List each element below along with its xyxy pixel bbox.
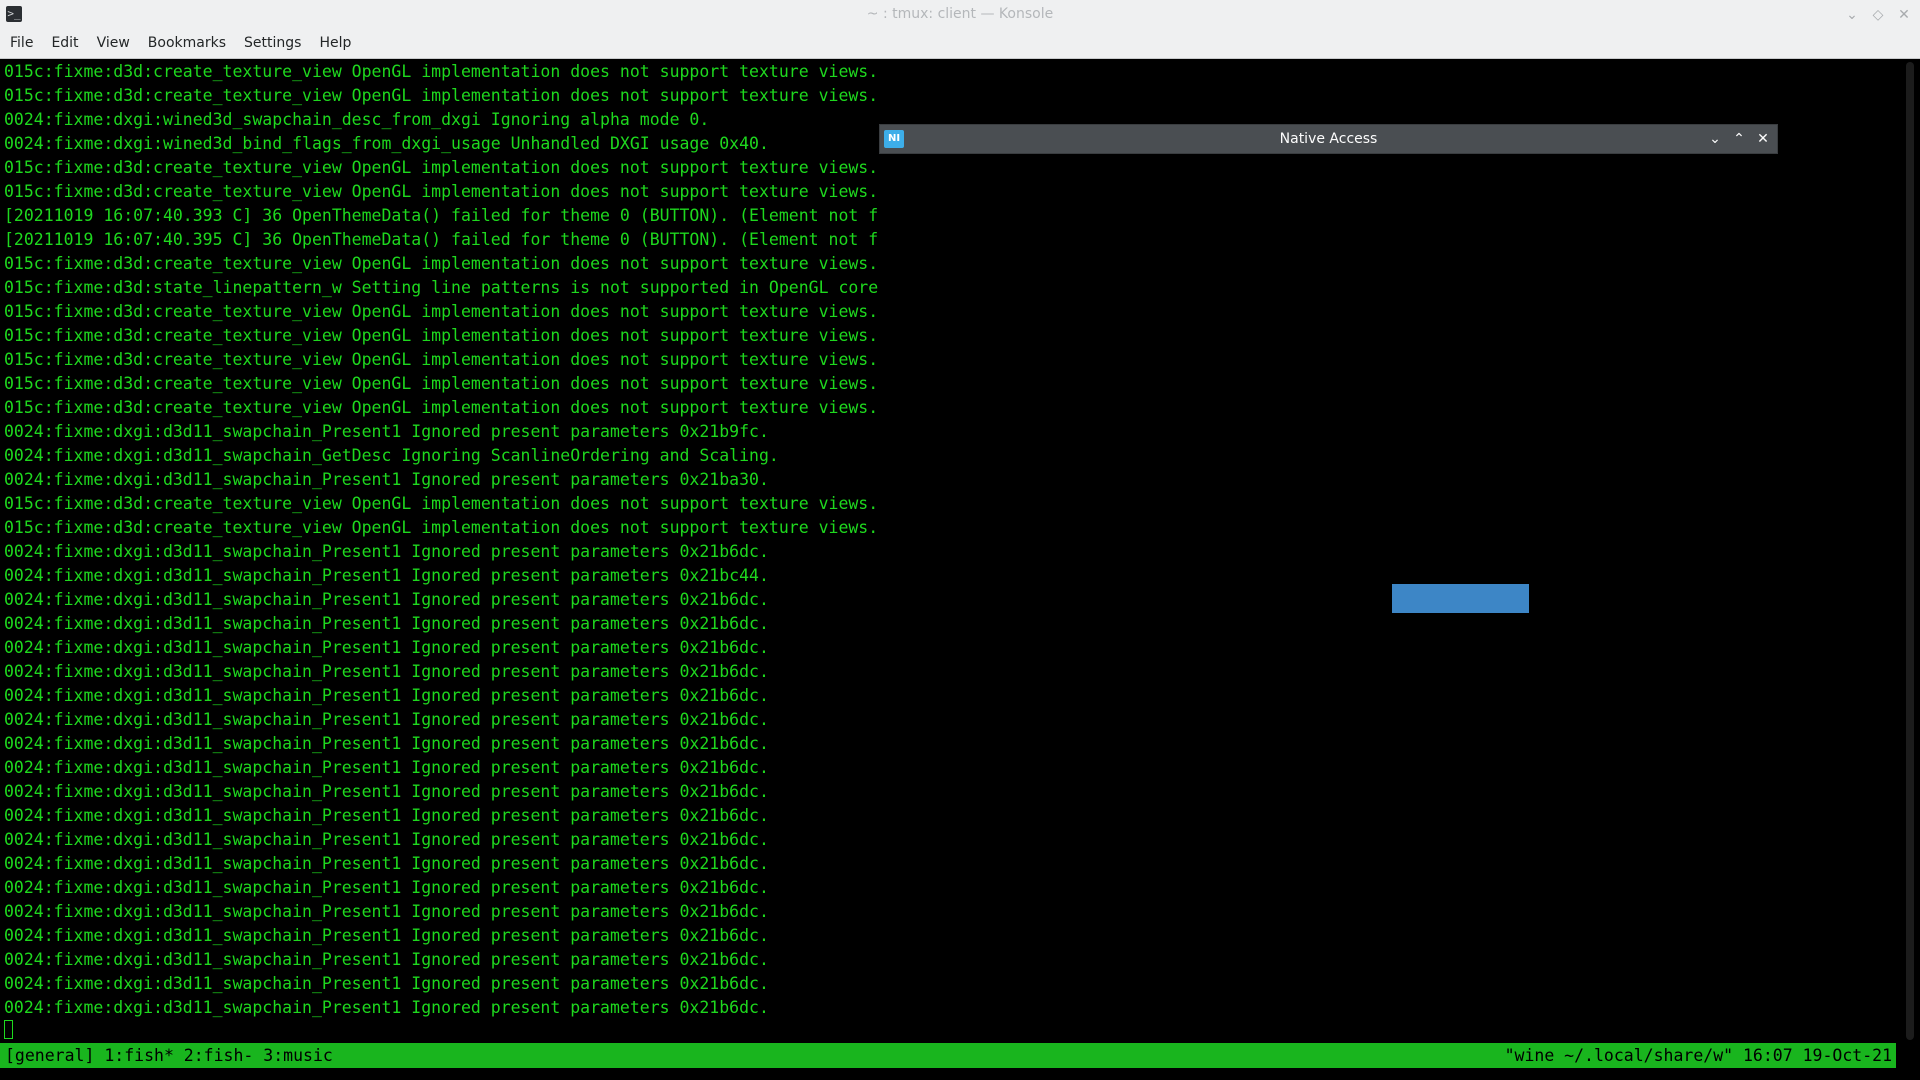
terminal-line: 0024:fixme:dxgi:d3d11_swapchain_GetDesc …	[4, 446, 779, 465]
tmux-window-list[interactable]: [general] 1:fish* 2:fish- 3:music	[5, 1043, 333, 1068]
terminal-line: 0024:fixme:dxgi:d3d11_swapchain_Present1…	[4, 782, 769, 801]
terminal-line: 015c:fixme:d3d:create_texture_view OpenG…	[4, 518, 879, 537]
terminal-line: 015c:fixme:d3d:create_texture_view OpenG…	[4, 86, 879, 105]
window-controls: ⌄ ◇ ✕	[1844, 0, 1912, 29]
terminal-line: 015c:fixme:d3d:state_linepattern_w Setti…	[4, 278, 879, 297]
maximize-icon[interactable]: ◇	[1870, 7, 1886, 23]
title-bar[interactable]: >_ ~ : tmux: client — Konsole ⌄ ◇ ✕	[0, 0, 1920, 29]
native-access-titlebar[interactable]: NI Native Access ⌄ ⌃ ✕	[879, 124, 1778, 154]
menu-bar: File Edit View Bookmarks Settings Help	[0, 29, 1920, 59]
terminal-line: 015c:fixme:d3d:create_texture_view OpenG…	[4, 182, 879, 201]
maximize-icon[interactable]: ⌃	[1731, 131, 1747, 147]
terminal-line: 0024:fixme:dxgi:d3d11_swapchain_Present1…	[4, 998, 769, 1017]
loading-button[interactable]	[1392, 584, 1529, 613]
terminal-line: 0024:fixme:dxgi:d3d11_swapchain_Present1…	[4, 590, 769, 609]
terminal-line: 0024:fixme:dxgi:wined3d_bind_flags_from_…	[4, 134, 769, 153]
terminal-line: 0024:fixme:dxgi:d3d11_swapchain_Present1…	[4, 734, 769, 753]
window-title: ~ : tmux: client — Konsole	[866, 6, 1054, 22]
terminal-line: 0024:fixme:dxgi:d3d11_swapchain_Present1…	[4, 974, 769, 993]
terminal-line: 0024:fixme:dxgi:d3d11_swapchain_Present1…	[4, 638, 769, 657]
menu-bookmarks[interactable]: Bookmarks	[138, 29, 234, 58]
tmux-status-right: "wine ~/.local/share/w" 16:07 19-Oct-21	[1504, 1046, 1892, 1065]
terminal-line: 015c:fixme:d3d:create_texture_view OpenG…	[4, 302, 879, 321]
terminal-line: 0024:fixme:dxgi:d3d11_swapchain_Present1…	[4, 662, 769, 681]
menu-help[interactable]: Help	[309, 29, 359, 58]
terminal-line: [20211019 16:07:40.393 C] 36 OpenThemeDa…	[4, 206, 879, 225]
menu-file[interactable]: File	[0, 29, 41, 58]
terminal-line: 0024:fixme:dxgi:d3d11_swapchain_Present1…	[4, 422, 769, 441]
terminal-line: 0024:fixme:dxgi:d3d11_swapchain_Present1…	[4, 902, 769, 921]
terminal-line: 0024:fixme:dxgi:wined3d_swapchain_desc_f…	[4, 110, 710, 129]
terminal-line: 015c:fixme:d3d:create_texture_view OpenG…	[4, 158, 879, 177]
menu-settings[interactable]: Settings	[234, 29, 309, 58]
tmux-status-bar: [general] 1:fish* 2:fish- 3:music "wine …	[0, 1043, 1896, 1068]
terminal-line: 0024:fixme:dxgi:d3d11_swapchain_Present1…	[4, 854, 769, 873]
terminal-line: 0024:fixme:dxgi:d3d11_swapchain_Present1…	[4, 686, 769, 705]
terminal-line: 0024:fixme:dxgi:d3d11_swapchain_Present1…	[4, 758, 769, 777]
terminal-line: 015c:fixme:d3d:create_texture_view OpenG…	[4, 494, 879, 513]
close-icon[interactable]: ✕	[1896, 7, 1912, 23]
terminal-line: 0024:fixme:dxgi:d3d11_swapchain_Present1…	[4, 830, 769, 849]
terminal-line: 015c:fixme:d3d:create_texture_view OpenG…	[4, 398, 879, 417]
dialog-controls: ⌄ ⌃ ✕	[1707, 125, 1771, 153]
terminal-line: 015c:fixme:d3d:create_texture_view OpenG…	[4, 374, 879, 393]
menu-view[interactable]: View	[87, 29, 138, 58]
text-cursor	[4, 1020, 13, 1039]
terminal-line: 015c:fixme:d3d:create_texture_view OpenG…	[4, 62, 879, 81]
terminal-line: 015c:fixme:d3d:create_texture_view OpenG…	[4, 254, 879, 273]
close-icon[interactable]: ✕	[1755, 131, 1771, 147]
terminal-line: 0024:fixme:dxgi:d3d11_swapchain_Present1…	[4, 878, 769, 897]
terminal-line: 0024:fixme:dxgi:d3d11_swapchain_Present1…	[4, 950, 769, 969]
terminal-line: 015c:fixme:d3d:create_texture_view OpenG…	[4, 326, 879, 345]
terminal-line: 015c:fixme:d3d:create_texture_view OpenG…	[4, 350, 879, 369]
menu-edit[interactable]: Edit	[41, 29, 86, 58]
terminal-line: 0024:fixme:dxgi:d3d11_swapchain_Present1…	[4, 710, 769, 729]
terminal-scrollbar[interactable]	[1906, 62, 1914, 1040]
terminal-line: 0024:fixme:dxgi:d3d11_swapchain_Present1…	[4, 806, 769, 825]
terminal-line: 0024:fixme:dxgi:d3d11_swapchain_Present1…	[4, 926, 769, 945]
terminal-line: 0024:fixme:dxgi:d3d11_swapchain_Present1…	[4, 614, 769, 633]
terminal-line: 0024:fixme:dxgi:d3d11_swapchain_Present1…	[4, 470, 769, 489]
terminal-line: [20211019 16:07:40.395 C] 36 OpenThemeDa…	[4, 230, 879, 249]
konsole-window: >_ ~ : tmux: client — Konsole ⌄ ◇ ✕ File…	[0, 0, 1920, 1080]
minimize-icon[interactable]: ⌄	[1707, 131, 1723, 147]
terminal-line: 0024:fixme:dxgi:d3d11_swapchain_Present1…	[4, 566, 769, 585]
terminal-line: 0024:fixme:dxgi:d3d11_swapchain_Present1…	[4, 542, 769, 561]
terminal-output[interactable]: 015c:fixme:d3d:create_texture_view OpenG…	[0, 60, 1904, 1043]
dialog-title: Native Access	[1279, 131, 1378, 147]
minimize-icon[interactable]: ⌄	[1844, 7, 1860, 23]
